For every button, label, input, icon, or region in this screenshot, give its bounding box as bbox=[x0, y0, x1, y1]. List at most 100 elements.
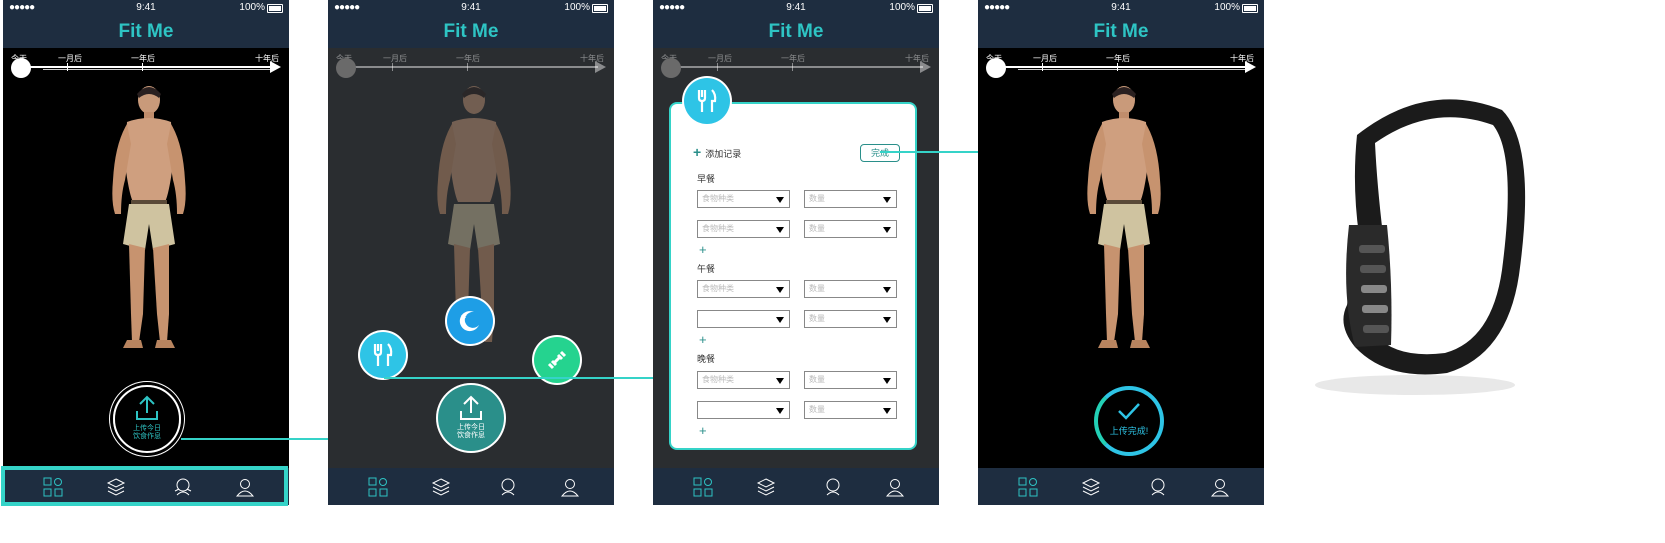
food-type-select[interactable]: 食物种类 bbox=[697, 220, 790, 238]
battery-text: 100% bbox=[564, 2, 590, 13]
upload-label: 上传今日 饮食作息 bbox=[457, 424, 485, 439]
body-avatar bbox=[1087, 86, 1161, 348]
tabbar-highlight bbox=[1, 466, 288, 506]
timeline-handle[interactable] bbox=[11, 58, 31, 78]
battery-icon bbox=[592, 4, 608, 13]
timeline-tick bbox=[1117, 63, 1118, 71]
timeline-slider[interactable]: 今天 一月后 一年后 十年后 bbox=[3, 48, 289, 80]
upload-button[interactable]: 上传今日 饮食作息 bbox=[113, 385, 181, 453]
upload-complete-indicator: 上传完成! bbox=[1094, 386, 1164, 456]
dashboard-icon[interactable] bbox=[1018, 477, 1038, 497]
screen-home: ●●●●● 9:41 100% Fit Me 今天 一月后 一年后 十年后 bbox=[3, 0, 289, 505]
app-title: Fit Me bbox=[653, 16, 939, 48]
battery-text: 100% bbox=[1214, 2, 1240, 13]
timeline-label-year: 一年后 bbox=[456, 54, 480, 63]
timeline-label-year: 一年后 bbox=[131, 54, 155, 63]
tab-bar bbox=[328, 468, 614, 505]
screen-diet-form: ●●●●● 9:41 100% Fit Me 今天 一月后 一年后 十年后 +添… bbox=[653, 0, 939, 505]
timeline-handle[interactable] bbox=[336, 58, 356, 78]
timeline-slider[interactable]: 今天 一月后 一年后 十年后 bbox=[653, 48, 939, 80]
upload-icon bbox=[460, 395, 482, 420]
timeline-tick bbox=[142, 63, 143, 71]
body-icon[interactable] bbox=[498, 477, 518, 497]
battery-text: 100% bbox=[239, 2, 265, 13]
quantity-select[interactable]: 数量 bbox=[804, 371, 897, 389]
diet-record-card: + 添加记录 完成 早餐 食物种类 数量 食物种类 数量 + 午餐 食物种类 数量… bbox=[669, 102, 917, 450]
timeline-tick bbox=[717, 63, 718, 71]
app-title: Fit Me bbox=[978, 16, 1264, 48]
plus-icon: + bbox=[693, 144, 702, 160]
timeline-slider[interactable]: 今天 一月后 一年后 十年后 bbox=[328, 48, 614, 80]
battery-text: 100% bbox=[889, 2, 915, 13]
dashboard-icon[interactable] bbox=[368, 477, 388, 497]
fitness-band-image bbox=[1297, 85, 1543, 400]
dashboard-icon[interactable] bbox=[693, 477, 713, 497]
diet-icon bbox=[373, 343, 393, 366]
add-row-button[interactable]: + bbox=[699, 423, 707, 438]
profile-icon[interactable] bbox=[885, 477, 905, 497]
timeline-label-month: 一月后 bbox=[708, 54, 732, 63]
quantity-select[interactable]: 数量 bbox=[804, 310, 897, 328]
body-avatar bbox=[112, 86, 186, 348]
upload-button[interactable]: 上传今日 饮食作息 bbox=[438, 385, 504, 451]
food-type-select[interactable] bbox=[697, 401, 790, 419]
timeline-track bbox=[15, 66, 273, 68]
app-title: Fit Me bbox=[328, 16, 614, 48]
timeline-label-month: 一月后 bbox=[383, 54, 407, 63]
timeline-arrow-icon bbox=[595, 61, 606, 73]
timeline-track bbox=[340, 66, 598, 68]
layers-icon[interactable] bbox=[1081, 477, 1101, 497]
food-type-select[interactable]: 食物种类 bbox=[697, 190, 790, 208]
checkmark-icon bbox=[1118, 403, 1140, 420]
food-type-select[interactable]: 食物种类 bbox=[697, 371, 790, 389]
timeline-tick bbox=[467, 63, 468, 71]
layers-icon[interactable] bbox=[431, 477, 451, 497]
sleep-button[interactable] bbox=[447, 298, 493, 344]
body-icon[interactable] bbox=[823, 477, 843, 497]
add-row-button[interactable]: + bbox=[699, 242, 707, 257]
diet-icon bbox=[697, 89, 717, 112]
layers-icon[interactable] bbox=[756, 477, 776, 497]
quantity-select[interactable]: 数量 bbox=[804, 220, 897, 238]
status-bar: ●●●●● 9:41 100% bbox=[3, 0, 289, 16]
diet-badge bbox=[684, 78, 730, 124]
profile-icon[interactable] bbox=[1210, 477, 1230, 497]
upload-complete-label: 上传完成! bbox=[1109, 426, 1149, 436]
upload-label: 上传今日 饮食作息 bbox=[133, 425, 161, 440]
status-bar: ●●●●● 9:41 100% bbox=[653, 0, 939, 16]
timeline-slider[interactable]: 今天 一月后 一年后 十年后 bbox=[978, 48, 1264, 80]
timeline-label-year: 一年后 bbox=[781, 54, 805, 63]
body-icon[interactable] bbox=[1148, 477, 1168, 497]
add-row-button[interactable]: + bbox=[699, 332, 707, 347]
tab-bar bbox=[653, 468, 939, 505]
meal-label-breakfast: 早餐 bbox=[697, 174, 716, 184]
tab-bar bbox=[978, 468, 1264, 505]
food-type-select[interactable] bbox=[697, 310, 790, 328]
add-record-button[interactable]: + 添加记录 bbox=[693, 144, 741, 160]
timeline-tick bbox=[1042, 63, 1043, 71]
timeline-arrow-icon bbox=[1245, 61, 1256, 73]
timeline-handle[interactable] bbox=[661, 58, 681, 78]
quantity-select[interactable]: 数量 bbox=[804, 401, 897, 419]
diet-button[interactable] bbox=[360, 332, 406, 378]
profile-icon[interactable] bbox=[560, 477, 580, 497]
battery-icon bbox=[1242, 4, 1258, 13]
timeline-track-shadow bbox=[43, 69, 273, 70]
upload-icon bbox=[136, 395, 158, 420]
exercise-icon bbox=[547, 350, 567, 370]
timeline-arrow-icon bbox=[270, 61, 281, 73]
timeline-handle[interactable] bbox=[986, 58, 1006, 78]
timeline-label-month: 一月后 bbox=[58, 54, 82, 63]
timeline-label-year: 一年后 bbox=[1106, 54, 1130, 63]
flow-connector bbox=[384, 377, 679, 379]
timeline-track-shadow bbox=[1018, 69, 1248, 70]
screen-upload-menu: ●●●●● 9:41 100% Fit Me 今天 一月后 一年后 十年后 bbox=[328, 0, 614, 505]
food-type-select[interactable]: 食物种类 bbox=[697, 280, 790, 298]
sleep-icon bbox=[459, 311, 479, 332]
screen-upload-done: ●●●●● 9:41 100% Fit Me 今天 一月后 一年后 十年后 上传… bbox=[978, 0, 1264, 505]
timeline-arrow-icon bbox=[920, 61, 931, 73]
quantity-select[interactable]: 数量 bbox=[804, 280, 897, 298]
done-button[interactable]: 完成 bbox=[860, 144, 900, 162]
quantity-select[interactable]: 数量 bbox=[804, 190, 897, 208]
status-bar: ●●●●● 9:41 100% bbox=[328, 0, 614, 16]
